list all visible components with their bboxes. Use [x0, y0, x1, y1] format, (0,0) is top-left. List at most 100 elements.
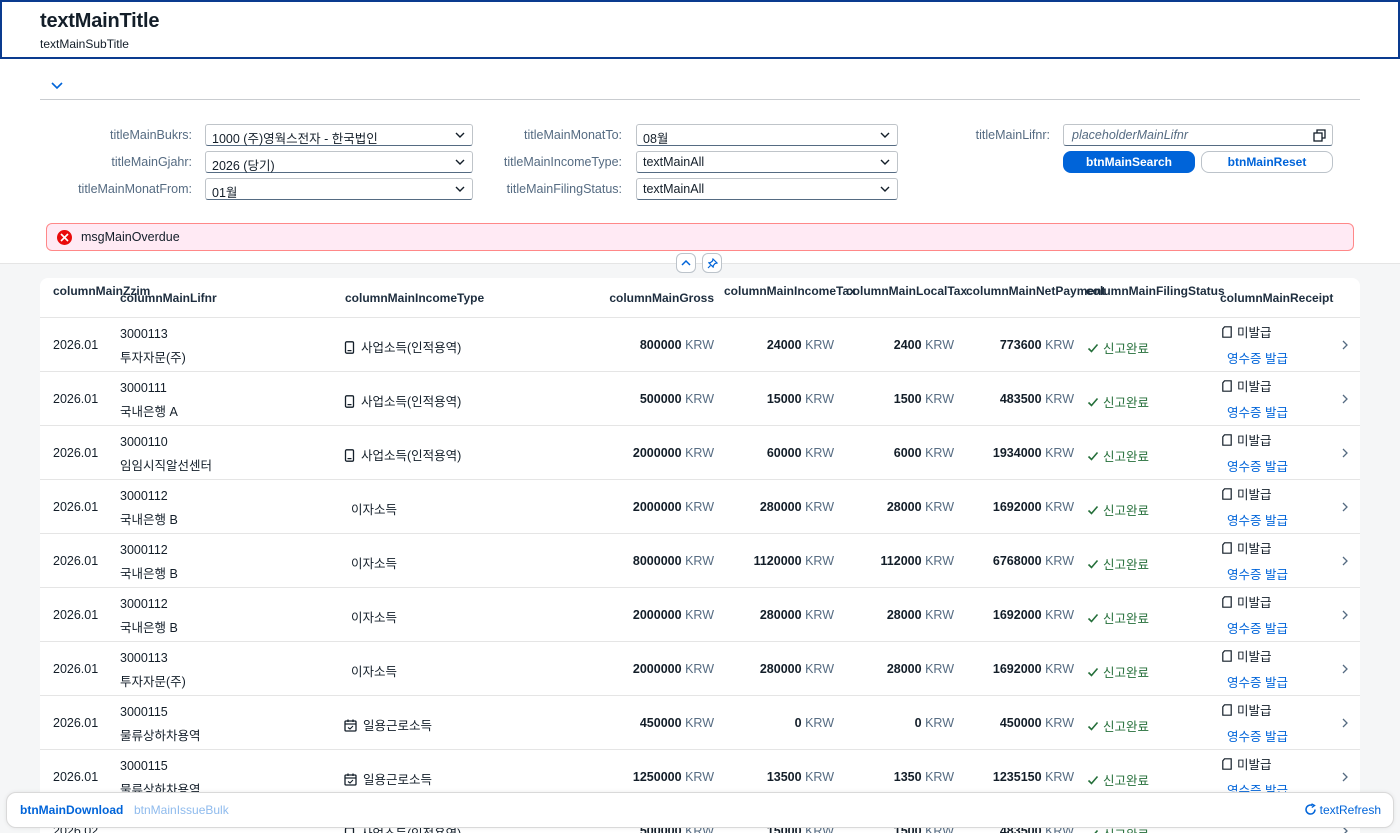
download-button[interactable]: btnMainDownload [20, 803, 123, 817]
table-row[interactable]: 2026.01 3000111 국내은행 A 사업소득(인적용역) 500000 KRW… [40, 372, 1360, 426]
issue-receipt-link[interactable]: 영수증 발급 [1227, 348, 1288, 367]
currency-label: KRW [925, 716, 954, 730]
document-icon [1222, 434, 1232, 446]
currency-label: KRW [685, 662, 714, 676]
cell-vendor-name: 투자자문(주) [120, 351, 186, 365]
cell-filing-status: 신고완료 [1087, 608, 1149, 627]
cell-net: 1692000 KRW [992, 608, 1074, 622]
chevron-right-icon [1342, 502, 1348, 512]
label-lifnr: titleMainLifnr: [975, 128, 1050, 142]
currency-label: KRW [1045, 500, 1074, 514]
page-subtitle: textMainSubTitle [40, 37, 129, 51]
column-header-income-tax[interactable]: columnMainIncomeTax [724, 284, 856, 298]
value-help-icon[interactable] [1313, 129, 1326, 142]
collapse-header-button[interactable] [676, 253, 696, 273]
cell-period: 2026.01 [53, 770, 99, 784]
footer-toolbar: btnMainDownload btnMainIssueBulk textRef… [6, 792, 1394, 828]
table-row[interactable]: 2026.01 3000113 투자자문(주) 사업소득(인적용역) 800000 KR… [40, 318, 1360, 372]
currency-label: KRW [805, 554, 834, 568]
cell-vendor-name: 국내은행 B [120, 621, 178, 635]
cell-period: 2026.01 [53, 392, 99, 406]
cell-localTax: 28000 KRW [886, 608, 954, 622]
select-monat-to-value: 08월 [643, 132, 669, 146]
table-row[interactable]: 2026.01 3000113 투자자문(주) 이자소득 2000000 KRW 2800… [40, 642, 1360, 696]
cell-income-type: 이자소득 [351, 665, 398, 679]
table-row[interactable]: 2026.01 3000115 물류상하차용역 일용근로소득 450000 KRW 0 K… [40, 696, 1360, 750]
currency-label: KRW [685, 338, 714, 352]
column-header-income-type[interactable]: columnMainIncomeType [345, 291, 484, 305]
column-header-gross[interactable]: columnMainGross [600, 291, 714, 305]
document-icon [1222, 596, 1232, 608]
currency-label: KRW [925, 662, 954, 676]
check-icon [1087, 451, 1099, 461]
cell-net: 450000 KRW [999, 716, 1074, 730]
cell-localTax: 28000 KRW [886, 662, 954, 676]
chevron-down-icon[interactable] [50, 78, 64, 92]
cell-gross: 2000000 KRW [632, 608, 714, 622]
check-icon [1087, 721, 1099, 731]
column-header-receipt[interactable]: columnMainReceipt [1220, 291, 1333, 305]
cell-income-type: 사업소득(인적용역) [344, 445, 461, 464]
column-header-zzim[interactable]: columnMainZzim [53, 284, 150, 298]
column-header-net-payment[interactable]: columnMainNetPayment [966, 284, 1105, 298]
cell-incomeTax: 0 KRW [794, 716, 834, 730]
cell-incomeTax: 60000 KRW [766, 446, 834, 460]
issue-receipt-link[interactable]: 영수증 발급 [1227, 726, 1288, 745]
chevron-right-icon [1342, 772, 1348, 782]
cell-receipt-status: 미발급 [1221, 322, 1272, 341]
cell-gross: 450000 KRW [639, 716, 714, 730]
cell-period: 2026.01 [53, 716, 99, 730]
cell-lifnr: 3000113 [120, 651, 168, 665]
column-header-lifnr[interactable]: columnMainLifnr [120, 291, 217, 305]
select-filing-status[interactable]: textMainAll [636, 178, 898, 200]
refresh-button[interactable]: textRefresh [1304, 803, 1381, 817]
cell-income-type: 사업소득(인적용역) [344, 391, 461, 410]
column-header-local-tax[interactable]: columnMainLocalTax [846, 284, 967, 298]
document-icon [1222, 380, 1232, 392]
currency-label: KRW [1045, 338, 1074, 352]
cell-lifnr: 3000111 [120, 381, 167, 395]
cell-filing-status: 신고완료 [1087, 554, 1149, 573]
column-header-filing-status[interactable]: columnMainFilingStatus [1086, 284, 1225, 298]
cell-localTax: 112000 KRW [880, 554, 954, 568]
issue-receipt-link[interactable]: 영수증 발급 [1227, 618, 1288, 637]
select-income-type[interactable]: textMainAll [636, 151, 898, 173]
cell-filing-status: 신고완료 [1087, 392, 1149, 411]
issue-receipt-link[interactable]: 영수증 발급 [1227, 672, 1288, 691]
check-icon [1087, 505, 1099, 515]
reset-button[interactable]: btnMainReset [1201, 151, 1333, 173]
chevron-right-icon [1342, 394, 1348, 404]
cell-net: 6768000 KRW [992, 554, 1074, 568]
cell-localTax: 28000 KRW [886, 500, 954, 514]
cell-vendor-name: 투자자문(주) [120, 675, 186, 689]
cell-gross: 8000000 KRW [632, 554, 714, 568]
chevron-right-icon [1342, 448, 1348, 458]
table-row[interactable]: 2026.01 3000112 국내은행 B 이자소득 8000000 KRW 11200… [40, 534, 1360, 588]
issue-bulk-button[interactable]: btnMainIssueBulk [134, 803, 229, 817]
cell-lifnr: 3000115 [120, 705, 168, 719]
currency-label: KRW [685, 716, 714, 730]
cell-income-type: 일용근로소득 [344, 769, 432, 788]
issue-receipt-link[interactable]: 영수증 발급 [1227, 564, 1288, 583]
currency-label: KRW [805, 500, 834, 514]
cell-vendor-name: 국내은행 A [120, 405, 178, 419]
issue-receipt-link[interactable]: 영수증 발급 [1227, 510, 1288, 529]
table-row[interactable]: 2026.01 3000110 임임시직알선센터 사업소득(인적용역) 2000000 … [40, 426, 1360, 480]
cell-filing-status: 신고완료 [1087, 338, 1149, 357]
check-icon [1087, 667, 1099, 677]
cell-net: 483500 KRW [999, 392, 1074, 406]
table-row[interactable]: 2026.01 3000112 국내은행 B 이자소득 2000000 KRW 28000… [40, 480, 1360, 534]
lifnr-input[interactable]: placeholderMainLifnr [1063, 124, 1333, 146]
currency-label: KRW [805, 338, 834, 352]
chevron-right-icon [1342, 610, 1348, 620]
currency-label: KRW [685, 770, 714, 784]
search-button[interactable]: btnMainSearch [1063, 151, 1195, 173]
check-icon [1087, 397, 1099, 407]
issue-receipt-link[interactable]: 영수증 발급 [1227, 402, 1288, 421]
issue-receipt-link[interactable]: 영수증 발급 [1227, 456, 1288, 475]
table-row[interactable]: 2026.01 3000112 국내은행 B 이자소득 2000000 KRW 28000… [40, 588, 1360, 642]
pin-header-button[interactable] [702, 253, 722, 273]
cell-vendor-name: 임임시직알선센터 [120, 459, 213, 473]
cell-vendor-name: 국내은행 B [120, 513, 178, 527]
cell-lifnr: 3000112 [120, 597, 168, 611]
